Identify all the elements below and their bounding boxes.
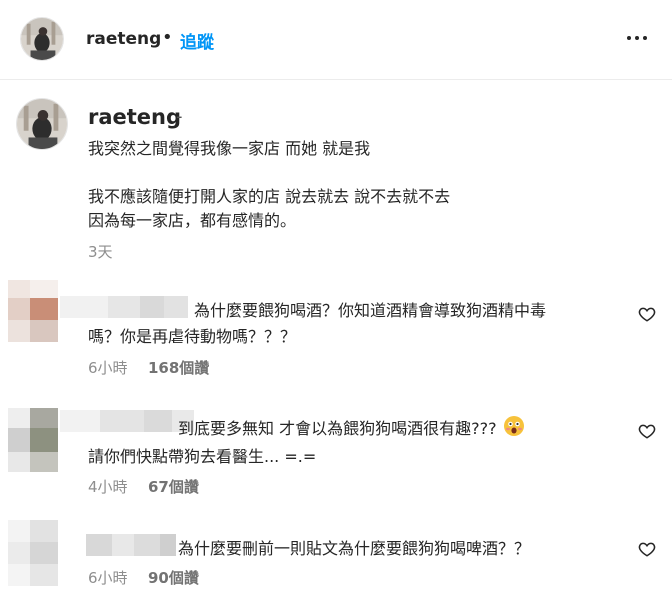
like-heart-icon[interactable] [638, 540, 656, 558]
blurred-avatar [8, 520, 58, 586]
comment-timestamp[interactable]: 6小時 [88, 567, 128, 588]
more-options-icon[interactable] [619, 26, 655, 50]
caption-line: 我突然之間覺得我像一家店 而她 就是我 [88, 139, 371, 158]
follow-button[interactable]: 追蹤 [180, 28, 214, 53]
avatar-photo [21, 18, 63, 60]
post-header: raeteng • 追蹤 [0, 0, 672, 80]
blurred-avatar [8, 408, 58, 472]
comment-timestamp[interactable]: 6小時 [88, 357, 128, 378]
comment-avatar-blurred[interactable] [0, 520, 58, 590]
header-username[interactable]: raeteng [86, 29, 161, 49]
comment-text-line: 嗎？你是再虐待動物嗎？？？ [88, 327, 297, 346]
blurred-username[interactable] [86, 534, 176, 556]
scared-face-emoji [503, 415, 525, 441]
comment-text-line: 為什麼要刪前一則貼文為什麼要餵狗狗喝啤酒？？ [178, 539, 531, 558]
caption-line: 因為每一家店，都有感情的。 [88, 211, 297, 230]
comment-text-line: 請你們快點帶狗去看醫生... =.= [88, 447, 317, 466]
like-heart-icon[interactable] [638, 422, 656, 440]
comment-timestamp[interactable]: 4小時 [88, 476, 128, 497]
comment-like-count[interactable]: 168個讚 [148, 357, 209, 378]
comment-avatar-blurred[interactable] [0, 280, 58, 350]
comment-text-line: 到底要多無知 才會以為餵狗狗喝酒很有趣??? [178, 415, 525, 441]
comment-like-count[interactable]: 67個讚 [148, 476, 199, 497]
post-timestamp[interactable]: 3天 [88, 241, 113, 262]
blurred-username[interactable] [60, 296, 188, 318]
header-avatar[interactable] [20, 17, 64, 61]
separator-dot: • [162, 27, 173, 48]
avatar-photo [17, 99, 67, 149]
caption-line: 我不應該隨便打開人家的店 說去就去 說不去就不去 [88, 187, 451, 206]
blurred-username[interactable] [60, 410, 194, 432]
comment-like-count[interactable]: 90個讚 [148, 567, 199, 588]
like-heart-icon[interactable] [638, 305, 656, 323]
post-author-username[interactable]: raeteng [88, 105, 181, 129]
post-author-avatar[interactable] [16, 98, 68, 150]
username-suffix: - [176, 106, 183, 127]
comment-text-line: 為什麼要餵狗喝酒？你知道酒精會導致狗酒精中毒 [194, 301, 547, 320]
comment-avatar-blurred[interactable] [0, 408, 58, 478]
comment-text: 到底要多無知 才會以為餵狗狗喝酒很有趣??? [178, 419, 497, 438]
blurred-avatar [8, 280, 58, 342]
